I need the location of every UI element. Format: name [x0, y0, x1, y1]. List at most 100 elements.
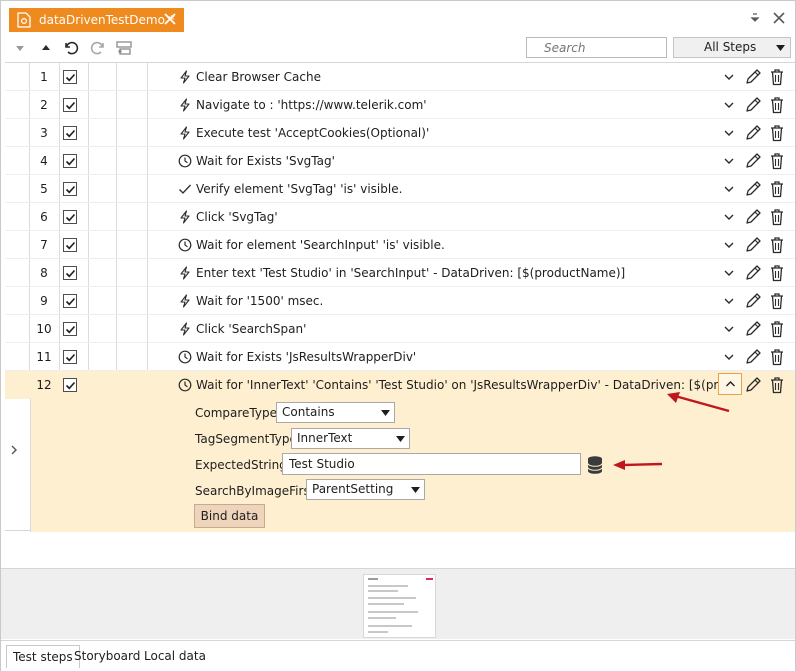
document-tab[interactable]: dataDrivenTestDemo * — [9, 8, 184, 32]
chevron-down-icon[interactable] — [722, 70, 736, 84]
step-description[interactable]: Wait for Exists 'JsResultsWrapperDiv' — [196, 350, 416, 364]
pencil-icon[interactable] — [744, 236, 762, 254]
trash-icon[interactable] — [769, 320, 785, 338]
test-file-icon — [17, 12, 31, 28]
compare-type-select[interactable]: Contains — [276, 402, 395, 423]
step-description[interactable]: Wait for element 'SearchInput' 'is' visi… — [196, 238, 445, 252]
pencil-icon[interactable] — [744, 208, 762, 226]
pencil-icon[interactable] — [744, 68, 762, 86]
step-enabled-checkbox[interactable] — [63, 238, 77, 252]
trash-icon[interactable] — [769, 348, 785, 366]
window-menu-icon[interactable] — [747, 10, 763, 26]
check-icon — [179, 184, 191, 194]
move-up-icon[interactable] — [37, 39, 55, 57]
step-filter-dropdown[interactable]: All Steps — [673, 37, 791, 58]
step-enabled-checkbox[interactable] — [63, 126, 77, 140]
undo-icon[interactable] — [62, 39, 80, 57]
step-number: 9 — [40, 294, 48, 308]
chevron-down-icon[interactable] — [722, 238, 736, 252]
step-number: 2 — [40, 98, 48, 112]
step-enabled-checkbox[interactable] — [63, 266, 77, 280]
step-row[interactable]: 10 Click 'SearchSpan' — [5, 315, 795, 343]
step-filter-value: All Steps — [704, 40, 757, 54]
move-down-icon[interactable] — [11, 39, 29, 57]
trash-icon[interactable] — [769, 96, 785, 114]
tab-storyboard[interactable]: Storyboard — [68, 645, 146, 668]
search-by-image-first-select[interactable]: ParentSetting — [306, 479, 425, 500]
step-description[interactable]: Click 'SearchSpan' — [196, 322, 306, 336]
step-enabled-checkbox[interactable] — [63, 378, 77, 392]
chevron-right-icon[interactable] — [9, 444, 19, 456]
pencil-icon[interactable] — [744, 152, 762, 170]
page-thumbnail[interactable] — [363, 574, 436, 638]
step-enabled-checkbox[interactable] — [63, 70, 77, 84]
step-row[interactable]: 8 Enter text 'Test Studio' in 'SearchInpu… — [5, 259, 795, 287]
pencil-icon[interactable] — [744, 180, 762, 198]
chevron-down-icon[interactable] — [722, 266, 736, 280]
trash-icon[interactable] — [769, 152, 785, 170]
step-description[interactable]: Wait for Exists 'SvgTag' — [196, 154, 335, 168]
expected-string-field[interactable]: Test Studio — [282, 453, 581, 475]
pencil-icon[interactable] — [744, 96, 762, 114]
chevron-down-icon[interactable] — [722, 154, 736, 168]
tab-title: dataDrivenTestDemo * — [39, 13, 175, 27]
redo-icon[interactable] — [89, 39, 107, 57]
lightning-icon — [180, 210, 190, 224]
trash-icon[interactable] — [769, 124, 785, 142]
step-enabled-checkbox[interactable] — [63, 322, 77, 336]
chevron-up-icon — [726, 381, 735, 387]
step-enabled-checkbox[interactable] — [63, 350, 77, 364]
pencil-icon[interactable] — [744, 348, 762, 366]
step-description[interactable]: Clear Browser Cache — [196, 70, 321, 84]
database-icon[interactable] — [586, 455, 604, 475]
step-row[interactable]: 11 Wait for Exists 'JsResultsWrapperDiv' — [5, 343, 795, 371]
chevron-down-icon[interactable] — [722, 182, 736, 196]
chevron-down-icon[interactable] — [722, 294, 736, 308]
step-description[interactable]: Verify element 'SvgTag' 'is' visible. — [196, 182, 402, 196]
step-description[interactable]: Execute test 'AcceptCookies(Optional)' — [196, 126, 429, 140]
step-description[interactable]: Wait for 'InnerText' 'Contains' 'Test St… — [196, 378, 719, 392]
close-tab-icon[interactable] — [162, 11, 178, 27]
tag-segment-type-select[interactable]: InnerText — [291, 428, 410, 449]
chevron-down-icon[interactable] — [722, 126, 736, 140]
trash-icon[interactable] — [769, 180, 785, 198]
pencil-icon[interactable] — [744, 124, 762, 142]
pencil-icon[interactable] — [744, 320, 762, 338]
step-number: 3 — [40, 126, 48, 140]
step-row[interactable]: 1 Clear Browser Cache — [5, 63, 795, 91]
chevron-down-icon[interactable] — [722, 322, 736, 336]
search-input[interactable] — [526, 37, 667, 58]
chevron-down-icon[interactable] — [722, 98, 736, 112]
tab-local-data[interactable]: Local data — [138, 645, 212, 668]
chevron-down-icon[interactable] — [722, 210, 736, 224]
pencil-icon[interactable] — [744, 376, 762, 394]
step-row[interactable]: 2 Navigate to : 'https://www.telerik.com' — [5, 91, 795, 119]
trash-icon[interactable] — [769, 208, 785, 226]
pencil-icon[interactable] — [744, 264, 762, 282]
step-enabled-checkbox[interactable] — [63, 294, 77, 308]
trash-icon[interactable] — [769, 292, 785, 310]
trash-icon[interactable] — [769, 264, 785, 282]
step-row[interactable]: 4 Wait for Exists 'SvgTag' — [5, 147, 795, 175]
step-description[interactable]: Click 'SvgTag' — [196, 210, 278, 224]
step-row[interactable]: 9 Wait for '1500' msec. — [5, 287, 795, 315]
trash-icon[interactable] — [769, 376, 785, 394]
close-window-icon[interactable] — [771, 10, 787, 26]
step-row[interactable]: 7 Wait for element 'SearchInput' 'is' vis… — [5, 231, 795, 259]
pencil-icon[interactable] — [744, 292, 762, 310]
step-row[interactable]: 6 Click 'SvgTag' — [5, 203, 795, 231]
step-enabled-checkbox[interactable] — [63, 154, 77, 168]
trash-icon[interactable] — [769, 68, 785, 86]
chevron-down-icon[interactable] — [722, 350, 736, 364]
step-description[interactable]: Wait for '1500' msec. — [196, 294, 323, 308]
step-enabled-checkbox[interactable] — [63, 98, 77, 112]
step-enabled-checkbox[interactable] — [63, 182, 77, 196]
recorder-icon[interactable] — [115, 39, 133, 57]
step-description[interactable]: Enter text 'Test Studio' in 'SearchInput… — [196, 266, 625, 280]
step-row[interactable]: 5 Verify element 'SvgTag' 'is' visible. — [5, 175, 795, 203]
trash-icon[interactable] — [769, 236, 785, 254]
step-description[interactable]: Navigate to : 'https://www.telerik.com' — [196, 98, 427, 112]
bind-data-button[interactable]: Bind data — [194, 504, 265, 528]
step-enabled-checkbox[interactable] — [63, 210, 77, 224]
step-row[interactable]: 3 Execute test 'AcceptCookies(Optional)' — [5, 119, 795, 147]
